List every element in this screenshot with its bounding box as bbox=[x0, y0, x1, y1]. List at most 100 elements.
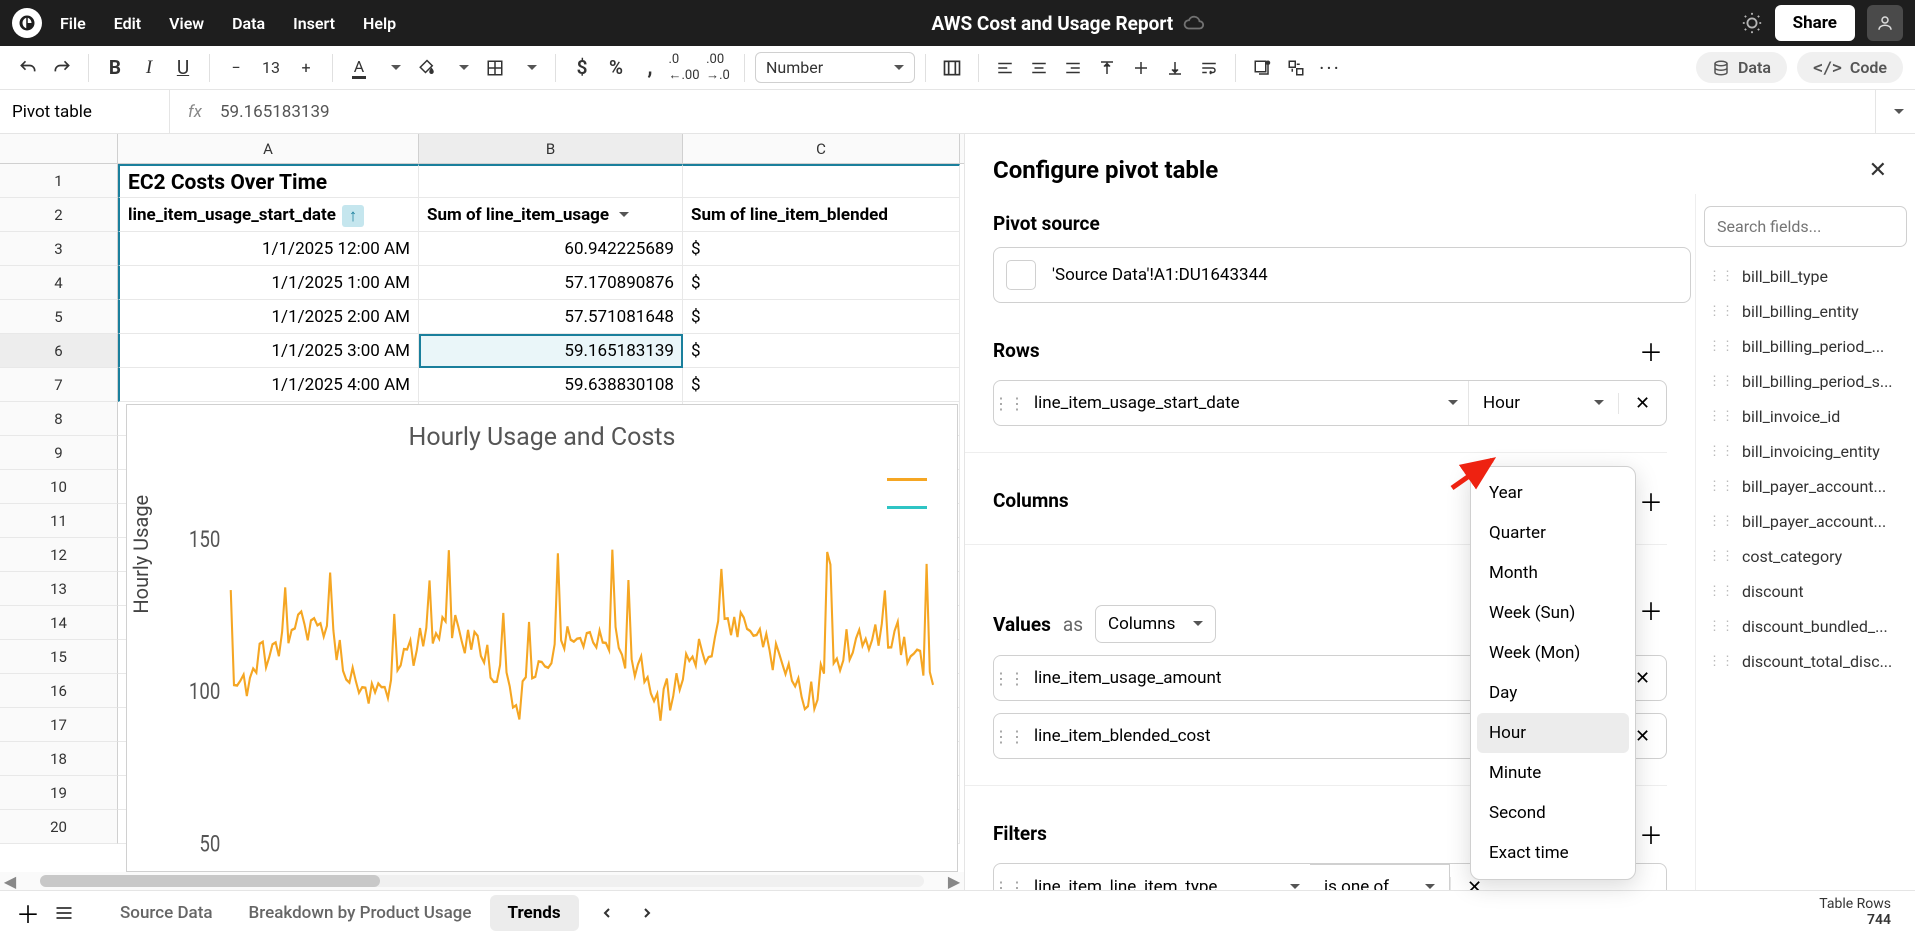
share-button[interactable]: Share bbox=[1775, 5, 1855, 41]
time-option[interactable]: Year bbox=[1477, 473, 1629, 513]
text-color-dropdown[interactable] bbox=[377, 52, 409, 84]
drag-handle-icon[interactable]: ⋮⋮ bbox=[994, 727, 1024, 746]
menu-data[interactable]: Data bbox=[232, 14, 265, 33]
values-as-select[interactable]: Columns bbox=[1095, 605, 1216, 643]
add-row-field-button[interactable]: ＋ bbox=[1639, 333, 1663, 368]
time-option[interactable]: Day bbox=[1477, 673, 1629, 713]
increase-decimal-button[interactable]: .00→.0 bbox=[702, 52, 734, 84]
redo-button[interactable] bbox=[46, 52, 78, 84]
borders-dropdown[interactable] bbox=[513, 52, 545, 84]
range-picker-icon[interactable] bbox=[1006, 260, 1036, 290]
insert-chart-button[interactable] bbox=[1246, 52, 1278, 84]
valign-bottom-button[interactable] bbox=[1159, 52, 1191, 84]
col-header-a[interactable]: A bbox=[118, 134, 419, 163]
time-option[interactable]: Second bbox=[1477, 793, 1629, 833]
menu-insert[interactable]: Insert bbox=[293, 14, 335, 33]
table-row[interactable]: 7 1/1/2025 4:00 AM 59.638830108 $ bbox=[0, 368, 964, 402]
borders-button[interactable] bbox=[479, 52, 511, 84]
undo-button[interactable] bbox=[12, 52, 44, 84]
field-list-item[interactable]: ⋮⋮bill_bill_type bbox=[1704, 259, 1907, 294]
fill-color-dropdown[interactable] bbox=[445, 52, 477, 84]
time-option[interactable]: Week (Mon) bbox=[1477, 633, 1629, 673]
document-title[interactable]: AWS Cost and Usage Report bbox=[932, 12, 1174, 35]
font-size-decrease[interactable]: − bbox=[220, 52, 252, 84]
more-button[interactable]: ··· bbox=[1314, 52, 1346, 84]
comma-button[interactable]: , bbox=[634, 52, 666, 84]
sheet-list-button[interactable] bbox=[46, 895, 82, 931]
field-list-item[interactable]: ⋮⋮bill_billing_period_s... bbox=[1704, 364, 1907, 399]
pivot-button[interactable] bbox=[1280, 52, 1312, 84]
add-sheet-button[interactable]: ＋ bbox=[10, 895, 46, 931]
menu-help[interactable]: Help bbox=[363, 14, 396, 33]
sheet-nav-next[interactable] bbox=[629, 895, 665, 931]
hint-icon[interactable] bbox=[1741, 12, 1763, 34]
add-value-field-button[interactable]: ＋ bbox=[1639, 592, 1663, 627]
decrease-decimal-button[interactable]: .0←.00 bbox=[668, 52, 700, 84]
pivot-source-input[interactable]: 'Source Data'!A1:DU1643344 bbox=[993, 247, 1691, 303]
currency-button[interactable]: $ bbox=[566, 52, 598, 84]
pivot-value-header[interactable]: Sum of line_item_blended bbox=[683, 198, 960, 232]
pivot-value-header[interactable]: Sum of line_item_usage bbox=[419, 198, 683, 232]
field-list-item[interactable]: ⋮⋮bill_payer_account... bbox=[1704, 469, 1907, 504]
table-row[interactable]: 6 1/1/2025 3:00 AM 59.165183139 $ bbox=[0, 334, 964, 368]
time-option[interactable]: Quarter bbox=[1477, 513, 1629, 553]
formula-input[interactable]: 59.165183139 bbox=[210, 102, 1875, 122]
italic-button[interactable]: I bbox=[133, 52, 165, 84]
sheet-nav-prev[interactable] bbox=[589, 895, 625, 931]
align-center-button[interactable] bbox=[1023, 52, 1055, 84]
field-search-input[interactable] bbox=[1704, 206, 1907, 247]
pivot-row-header[interactable]: line_item_usage_start_date↑ bbox=[118, 198, 419, 232]
field-list-item[interactable]: ⋮⋮bill_billing_period_... bbox=[1704, 329, 1907, 364]
row-header[interactable]: 1 bbox=[0, 164, 118, 198]
cell-reference-box[interactable]: Pivot table bbox=[0, 90, 170, 133]
wrap-overflow-button[interactable] bbox=[936, 52, 968, 84]
valign-top-button[interactable] bbox=[1091, 52, 1123, 84]
font-size-value[interactable]: 13 bbox=[256, 58, 286, 77]
drag-handle-icon[interactable]: ⋮⋮ bbox=[994, 669, 1024, 688]
valign-middle-button[interactable] bbox=[1125, 52, 1157, 84]
time-option[interactable]: Week (Sun) bbox=[1477, 593, 1629, 633]
align-left-button[interactable] bbox=[989, 52, 1021, 84]
menu-view[interactable]: View bbox=[169, 14, 204, 33]
field-list-item[interactable]: ⋮⋮cost_category bbox=[1704, 539, 1907, 574]
menu-file[interactable]: File bbox=[60, 14, 86, 33]
sheet-tab-trends[interactable]: Trends bbox=[490, 895, 579, 931]
field-list-item[interactable]: ⋮⋮bill_invoice_id bbox=[1704, 399, 1907, 434]
table-row[interactable]: 4 1/1/2025 1:00 AM 57.170890876 $ bbox=[0, 266, 964, 300]
row-field-select[interactable]: line_item_usage_start_date bbox=[1024, 381, 1468, 425]
field-list-item[interactable]: ⋮⋮discount_total_disc... bbox=[1704, 644, 1907, 679]
selected-cell[interactable]: 59.165183139 bbox=[419, 334, 683, 368]
add-filter-button[interactable]: ＋ bbox=[1639, 816, 1663, 851]
percent-button[interactable]: % bbox=[600, 52, 632, 84]
table-row[interactable]: 3 1/1/2025 12:00 AM 60.942225689 $ bbox=[0, 232, 964, 266]
number-format-select[interactable]: Number bbox=[755, 52, 915, 83]
drag-handle-icon[interactable]: ⋮⋮ bbox=[994, 878, 1024, 891]
remove-row-field-button[interactable]: ✕ bbox=[1618, 393, 1666, 414]
embedded-chart[interactable]: Hourly Usage and Costs Hourly Usage 150 … bbox=[126, 404, 958, 872]
code-panel-button[interactable]: </> Code bbox=[1797, 52, 1903, 83]
bold-button[interactable]: B bbox=[99, 52, 131, 84]
row-granularity-select[interactable]: Hour bbox=[1468, 381, 1618, 425]
close-panel-button[interactable]: ✕ bbox=[1869, 158, 1887, 183]
field-list-item[interactable]: ⋮⋮discount_bundled_... bbox=[1704, 609, 1907, 644]
sort-asc-icon[interactable]: ↑ bbox=[342, 205, 364, 227]
grid-body[interactable]: 1 EC2 Costs Over Time 2 line_item_usage_… bbox=[0, 164, 964, 872]
sheet-tab-breakdown[interactable]: Breakdown by Product Usage bbox=[231, 895, 490, 931]
time-option[interactable]: Exact time bbox=[1477, 833, 1629, 873]
table-row[interactable]: 5 1/1/2025 2:00 AM 57.571081648 $ bbox=[0, 300, 964, 334]
chevron-down-icon[interactable] bbox=[613, 198, 629, 232]
user-menu-button[interactable] bbox=[1867, 5, 1903, 41]
app-logo[interactable] bbox=[12, 8, 42, 38]
col-header-b[interactable]: B bbox=[419, 134, 683, 163]
underline-button[interactable]: U bbox=[167, 52, 199, 84]
add-column-field-button[interactable]: ＋ bbox=[1639, 483, 1663, 518]
field-list-item[interactable]: ⋮⋮bill_payer_account... bbox=[1704, 504, 1907, 539]
select-all-corner[interactable] bbox=[0, 134, 118, 163]
pivot-title-cell[interactable]: EC2 Costs Over Time bbox=[118, 164, 419, 198]
sheet-tab-source[interactable]: Source Data bbox=[102, 895, 231, 931]
time-option[interactable]: Minute bbox=[1477, 753, 1629, 793]
field-list-item[interactable]: ⋮⋮bill_billing_entity bbox=[1704, 294, 1907, 329]
align-right-button[interactable] bbox=[1057, 52, 1089, 84]
row-header[interactable]: 2 bbox=[0, 198, 118, 232]
filter-operator-select[interactable]: is one of bbox=[1310, 864, 1450, 890]
